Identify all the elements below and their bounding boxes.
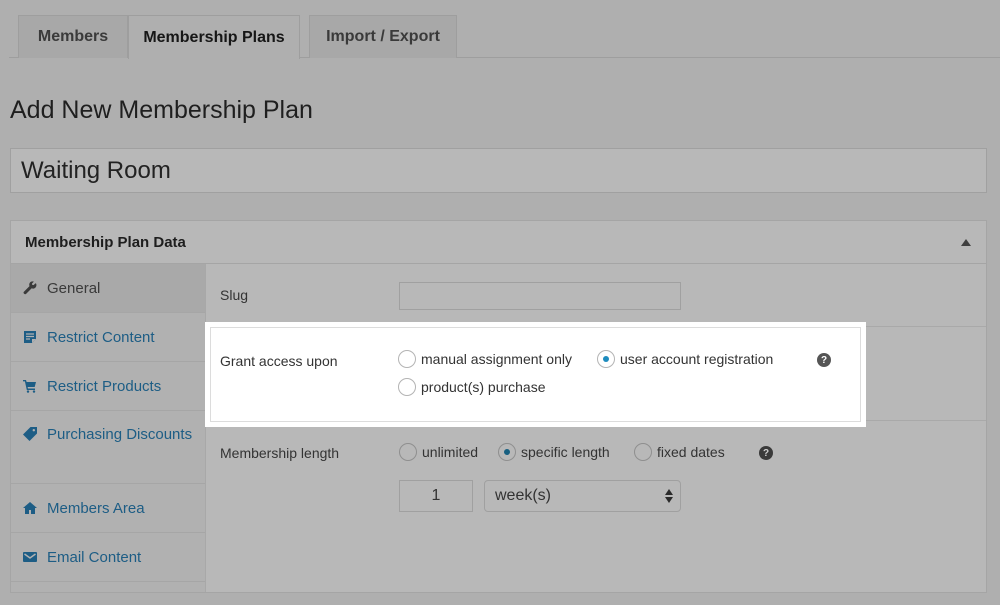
sidebar-item-restrict-products[interactable]: Restrict Products [11,362,205,411]
radio-button[interactable] [597,350,615,368]
triangle-up-icon[interactable] [960,237,972,249]
panel-header: Membership Plan Data [11,221,986,264]
sidebar-item-label: General [47,279,101,297]
page-title: Add New Membership Plan [10,96,313,124]
tab-label: Members [37,28,109,45]
panel-sidebar: General Restrict Content Restrict Produc… [11,264,206,592]
sidebar-item-purchasing-discounts[interactable]: Purchasing Discounts [11,411,205,484]
slug-row: Slug [207,264,986,327]
slug-input[interactable] [399,282,681,310]
radio-label: unlimited [422,444,479,460]
sidebar-item-label: Email Content [47,548,142,566]
radio-manual-assignment[interactable]: manual assignment only [398,350,572,368]
sidebar-item-label: Members Area [47,499,145,517]
tab-members[interactable]: Members [18,15,128,58]
help-icon[interactable]: ? [817,353,831,367]
help-icon[interactable]: ? [759,446,773,460]
document-icon [23,329,47,345]
plan-name-input[interactable] [10,148,987,193]
envelope-icon [23,549,47,565]
radio-label: manual assignment only [421,351,572,367]
radio-label: specific length [521,444,610,460]
home-icon [23,500,47,516]
sidebar-item-label: Restrict Content [47,328,155,346]
radio-button[interactable] [498,443,516,461]
radio-fixed-dates[interactable]: fixed dates [634,443,725,461]
radio-label: user account registration [620,351,774,367]
radio-button[interactable] [634,443,652,461]
radio-button[interactable] [399,443,417,461]
sidebar-item-email-content[interactable]: Email Content [11,533,205,582]
membership-length-row: Membership length unlimited specific len… [207,421,986,521]
wrench-icon [23,280,47,296]
sidebar-item-restrict-content[interactable]: Restrict Content [11,313,205,362]
length-number-input[interactable] [399,480,473,512]
sidebar-item-members-area[interactable]: Members Area [11,484,205,533]
radio-products-purchase[interactable]: product(s) purchase [398,378,546,396]
sidebar-item-label: Restrict Products [47,377,162,395]
sidebar-item-general[interactable]: General [11,264,205,313]
radio-label: fixed dates [657,444,725,460]
radio-unlimited[interactable]: unlimited [399,443,478,461]
radio-button[interactable] [398,378,416,396]
radio-label: product(s) purchase [421,379,546,395]
period-select-value: week(s) [495,487,552,504]
tab-label: Import / Export [326,28,440,45]
grant-access-row: Grant access upon manual assignment only… [210,327,861,422]
sidebar-item-label: Purchasing Discounts [47,426,193,443]
tag-icon [23,426,47,442]
cart-icon [23,378,47,394]
grant-access-highlight: Grant access upon manual assignment only… [205,322,866,427]
radio-button[interactable] [398,350,416,368]
grant-access-label: Grant access upon [220,353,338,369]
panel-title: Membership Plan Data [25,233,186,251]
tab-import-export[interactable]: Import / Export [309,15,457,58]
slug-label: Slug [220,287,249,303]
period-select[interactable]: week(s) [484,480,681,512]
tab-membership-plans[interactable]: Membership Plans [128,15,300,59]
panel-main: Slug Membership length unlimited specifi… [207,264,986,592]
tab-label: Membership Plans [143,28,285,46]
tab-bar: Members Membership Plans Import / Export [9,0,1000,59]
radio-user-account-registration[interactable]: user account registration [597,350,773,368]
radio-specific-length[interactable]: specific length [498,443,610,461]
select-arrows-icon [665,489,673,505]
membership-length-label: Membership length [220,445,340,461]
